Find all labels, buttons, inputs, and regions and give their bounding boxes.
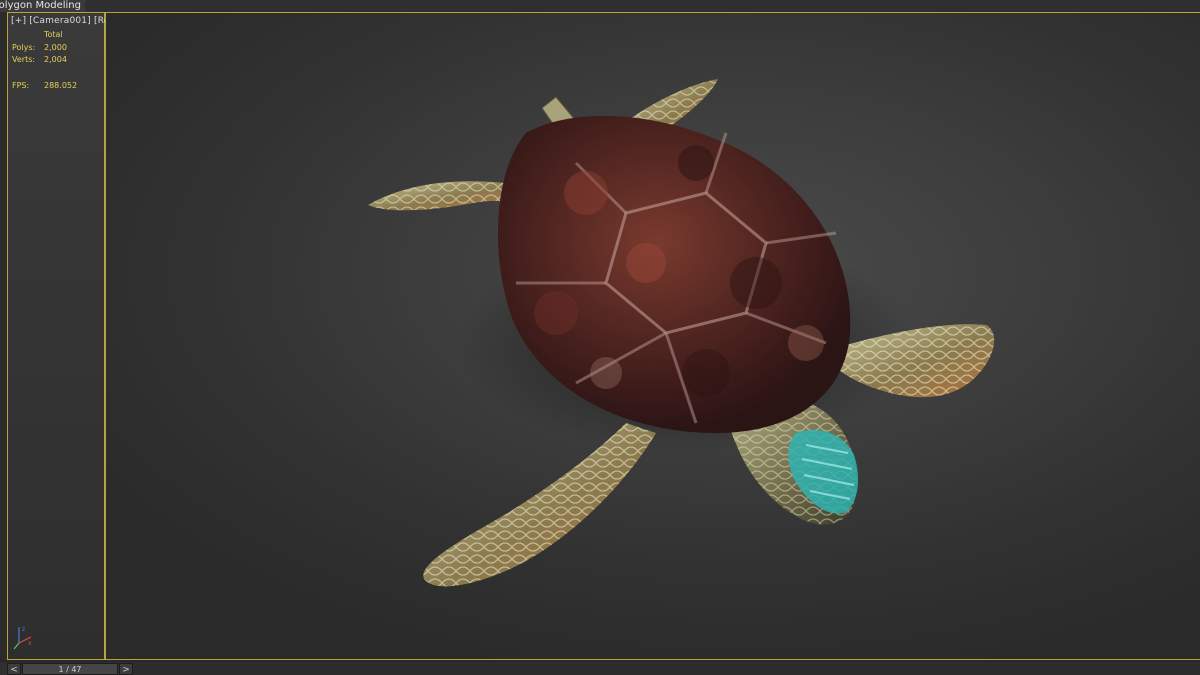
sea-turtle-model[interactable] (106, 13, 1200, 660)
stats-value: 2,000 (44, 42, 67, 52)
timeline-track[interactable] (134, 663, 1200, 675)
frame-counter: 1 / 47 (58, 665, 82, 674)
ribbon-bar: Polygon Modeling (0, 0, 1200, 12)
time-slider[interactable]: 1 / 47 (22, 663, 118, 675)
turtle-flipper-front-left (423, 423, 656, 587)
time-slider-bar: < 1 / 47 > (0, 661, 1200, 675)
ribbon-tab-polygon-modeling[interactable]: Polygon Modeling (0, 0, 85, 12)
viewport-camera[interactable] (105, 12, 1200, 660)
stats-spacer (12, 67, 102, 80)
ribbon-tab-label: Polygon Modeling (0, 0, 81, 11)
stats-header: Total (44, 30, 63, 39)
viewport-side[interactable]: z x (7, 12, 105, 660)
prev-frame-button[interactable]: < (7, 663, 21, 675)
next-frame-button[interactable]: > (119, 663, 133, 675)
svg-text:z: z (22, 626, 25, 633)
statistics-overlay: Total Polys: 2,000 Verts: 2,004 FPS: 288… (12, 29, 102, 92)
3d-modeling-app: Polygon Modeling z x [+] [Camera001] [Re… (0, 0, 1200, 675)
stats-row-verts: Verts: 2,004 (12, 54, 102, 67)
fps-value: 288.052 (44, 80, 78, 90)
axis-tripod-icon: z x (11, 623, 37, 651)
stats-header-row: Total (12, 29, 102, 42)
stats-key: Polys: (12, 42, 36, 52)
stats-row-polys: Polys: 2,000 (12, 42, 102, 55)
svg-text:x: x (28, 640, 32, 647)
stats-value: 2,004 (44, 55, 67, 64)
fps-key: FPS: (12, 80, 30, 90)
turtle-flipper-rear-left (368, 181, 510, 211)
stats-row-fps: FPS: 288.052 (12, 80, 102, 93)
stats-key: Verts: (12, 55, 36, 64)
